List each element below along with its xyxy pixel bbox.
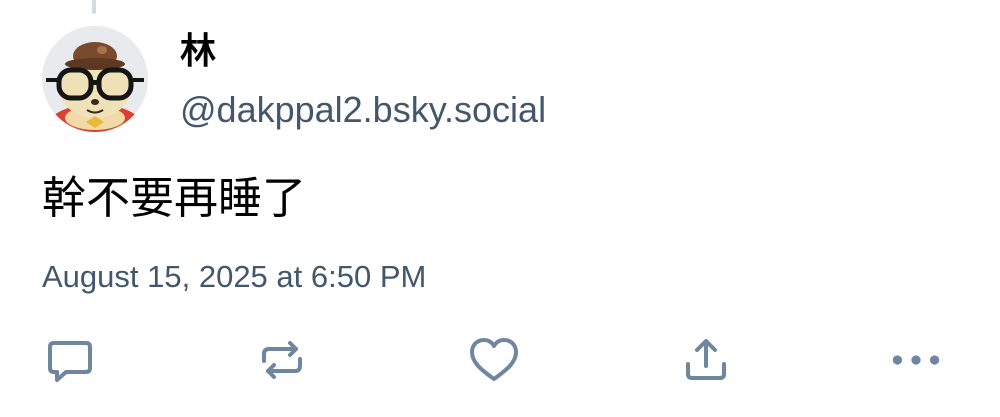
share-button[interactable] bbox=[680, 334, 732, 386]
reply-button[interactable] bbox=[44, 334, 96, 386]
post-text: 幹不要再睡了 bbox=[42, 173, 306, 224]
share-icon bbox=[686, 339, 726, 380]
comment-icon bbox=[48, 341, 92, 382]
avatar[interactable] bbox=[42, 26, 148, 132]
heart-icon bbox=[470, 338, 518, 381]
more-options-button[interactable] bbox=[890, 334, 942, 386]
author-display-name[interactable]: 林 bbox=[180, 30, 216, 74]
avatar-image bbox=[42, 26, 148, 132]
repost-icon bbox=[262, 341, 302, 379]
repost-button[interactable] bbox=[256, 334, 308, 386]
author-handle[interactable]: @dakppal2.bsky.social bbox=[180, 88, 546, 132]
like-button[interactable] bbox=[468, 334, 520, 386]
ellipsis-icon bbox=[892, 355, 940, 365]
thread-connector-line bbox=[92, 0, 96, 14]
post-timestamp: August 15, 2025 at 6:50 PM bbox=[42, 259, 427, 294]
